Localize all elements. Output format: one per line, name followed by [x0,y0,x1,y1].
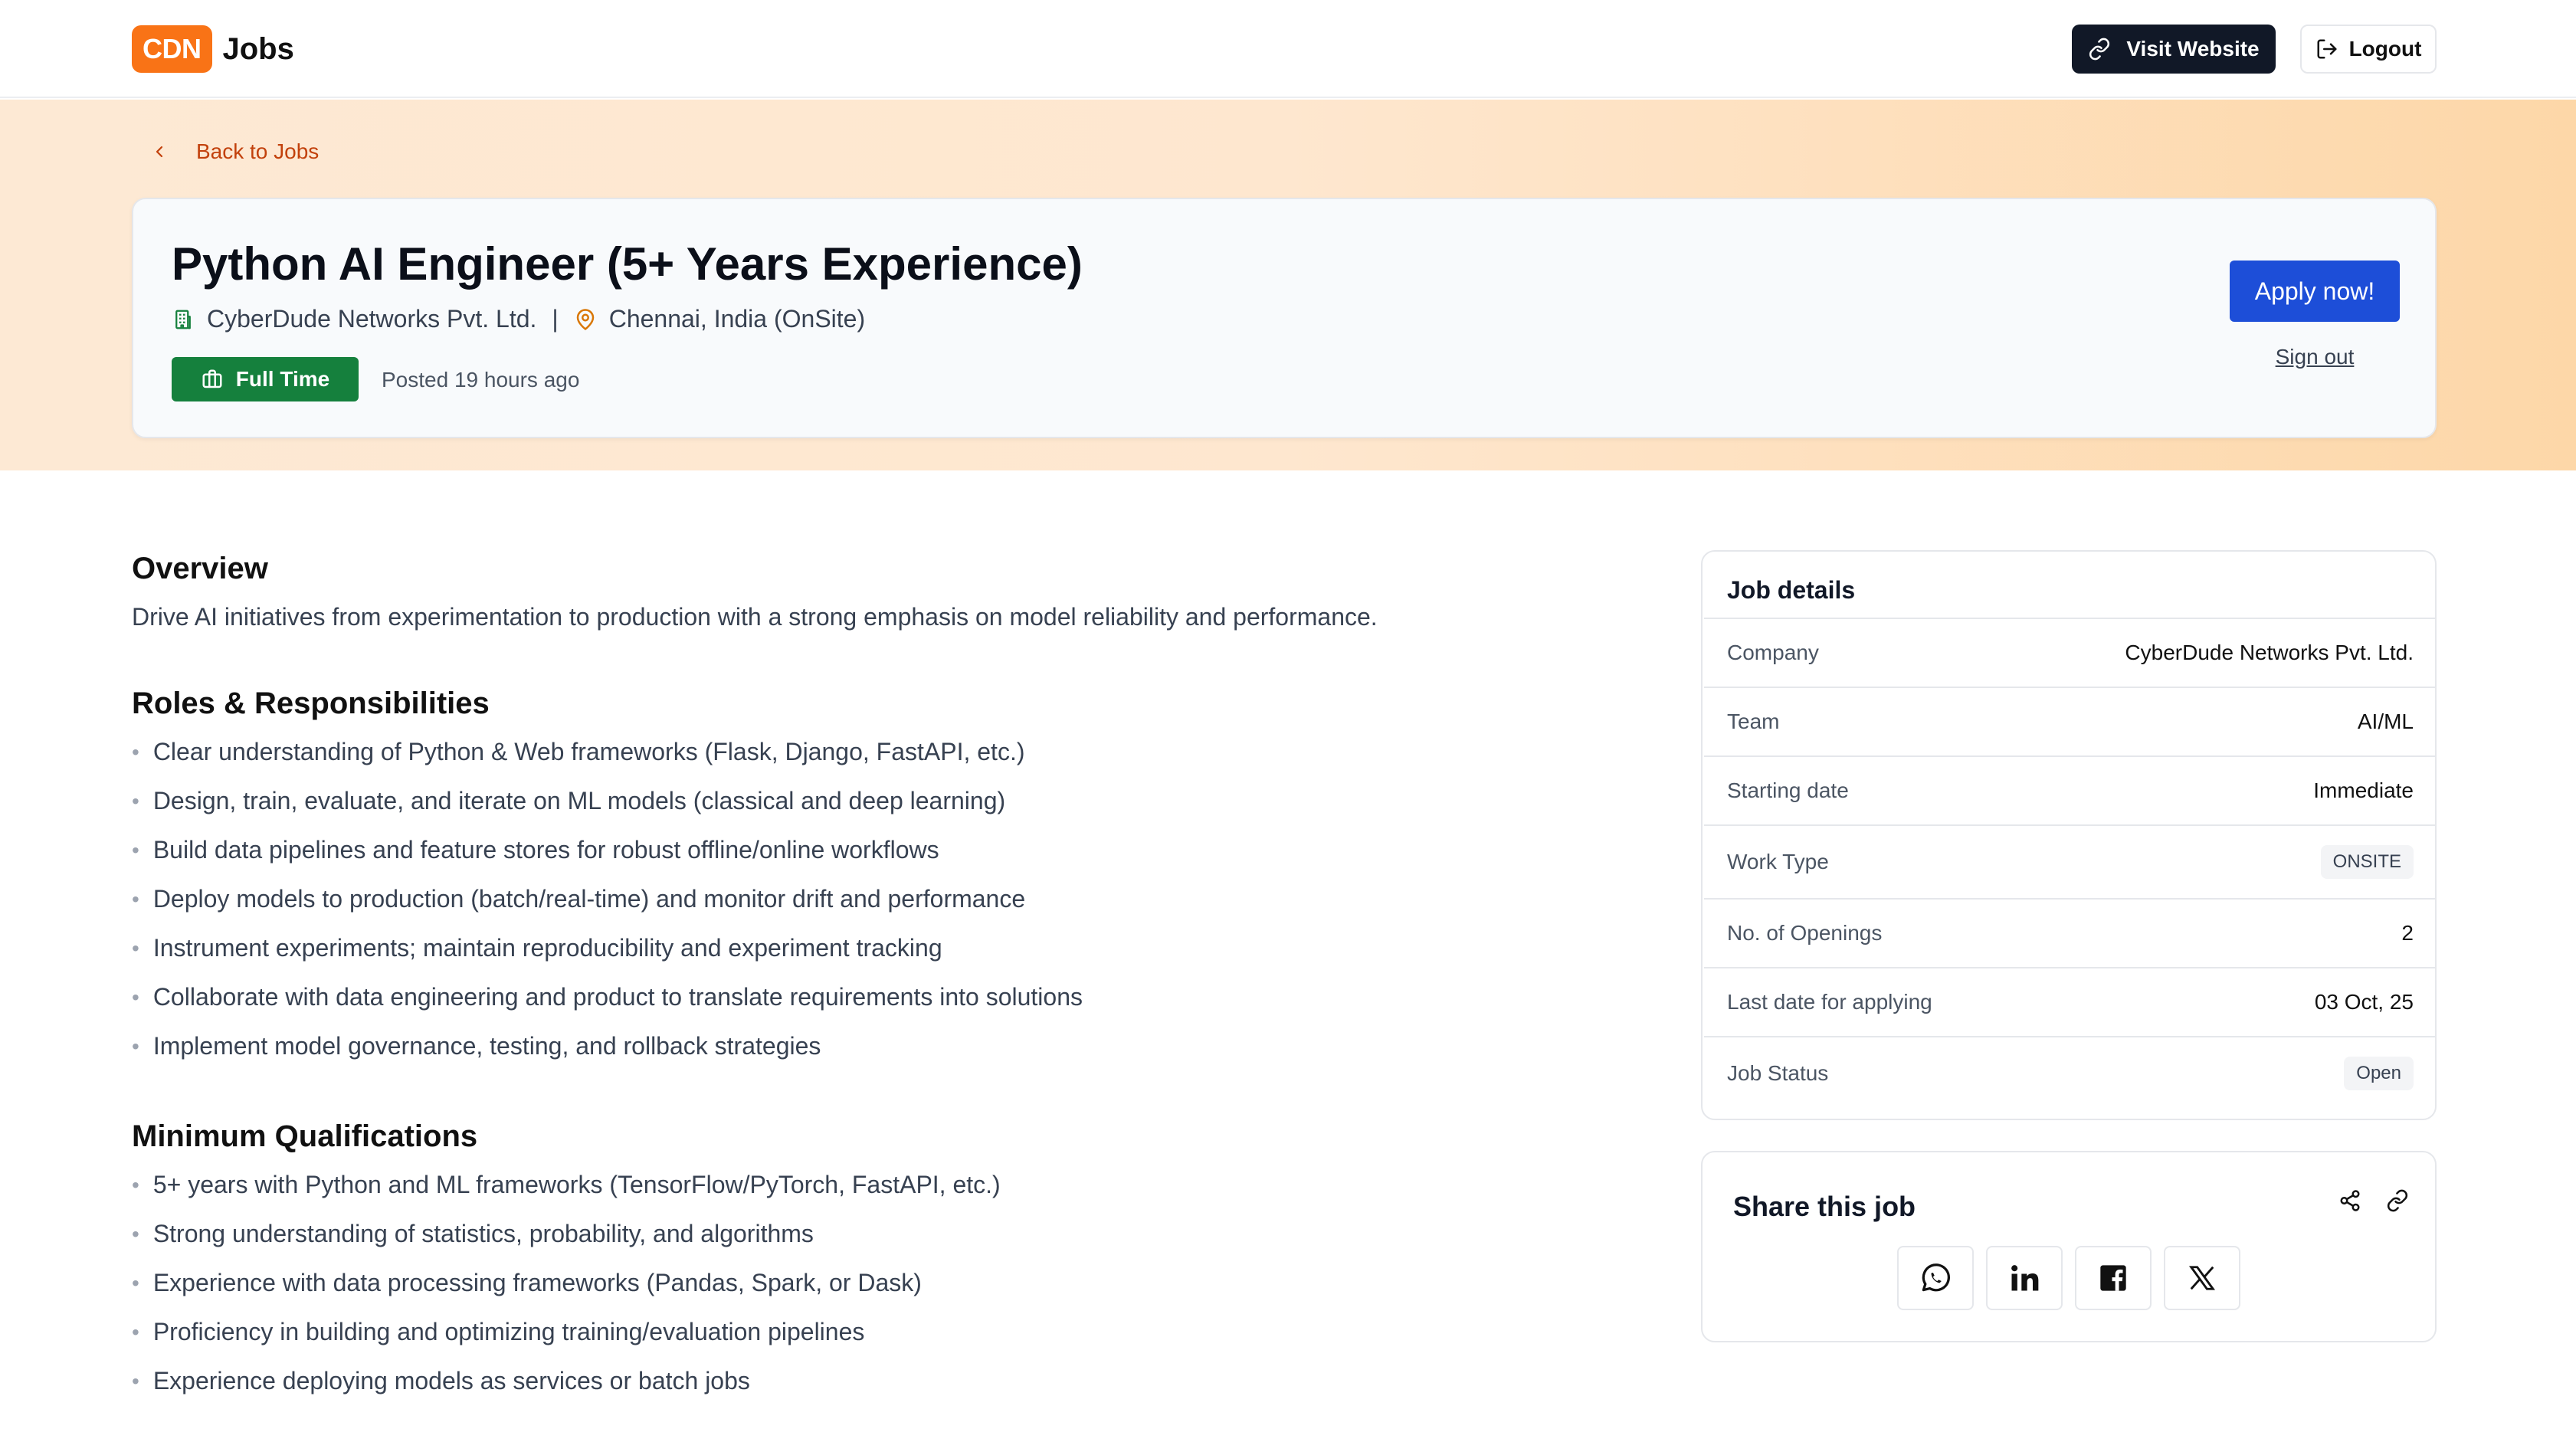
logo-text: Jobs [222,31,294,66]
back-to-jobs-link[interactable]: Back to Jobs [152,139,319,164]
back-to-jobs-label: Back to Jobs [196,139,320,163]
roles-heading: Roles & Responsibilities [132,687,490,720]
list-item: Build data pipelines and feature stores … [132,836,1588,885]
detail-label: No. of Openings [1727,921,1883,945]
roles-section: Roles & Responsibilities Clear understan… [132,687,1588,1081]
list-item: Experience with data processing framewor… [132,1269,1588,1318]
share-icon[interactable] [2338,1189,2361,1212]
detail-value: Immediate [2313,778,2414,802]
whatsapp-icon [1919,1261,1952,1295]
job-header-card: Python AI Engineer (5+ Years Experience)… [132,198,2437,438]
share-title: Share this job [1733,1191,1916,1222]
list-item: Design, train, evaluate, and iterate on … [132,787,1588,836]
list-item: Implement model governance, testing, and… [132,1032,1588,1081]
detail-row-company: Company CyberDude Networks Pvt. Ltd. [1704,618,2437,687]
detail-label: Last date for applying [1727,990,1932,1014]
building-icon [172,308,195,331]
logo-badge: CDN [132,25,212,73]
work-type-badge: ONSITE [2320,845,2414,879]
chevron-left-icon [152,143,167,161]
detail-value: 03 Oct, 25 [2314,990,2414,1014]
job-description: Overview Drive AI initiatives from exper… [132,552,1588,1416]
visit-website-label: Visit Website [2126,37,2260,61]
detail-value: 2 [2401,921,2414,945]
share-linkedin-button[interactable] [1986,1246,2063,1310]
qualifications-heading: Minimum Qualifications [132,1119,478,1153]
overview-heading: Overview [132,552,268,585]
list-item: Collaborate with data engineering and pr… [132,983,1588,1032]
detail-row-last-date: Last date for applying 03 Oct, 25 [1704,967,2437,1036]
logo[interactable]: CDN Jobs [132,25,294,73]
sign-out-link[interactable]: Sign out [2230,345,2400,369]
qualifications-list: 5+ years with Python and ML frameworks (… [132,1171,1588,1416]
job-meta: CyberDude Networks Pvt. Ltd. | Chennai, … [172,305,865,333]
list-item: Deploy models to production (batch/real-… [132,885,1588,934]
briefcase-icon [201,368,224,391]
job-hero: Back to Jobs Python AI Engineer (5+ Year… [0,100,2576,470]
detail-value: CyberDude Networks Pvt. Ltd. [2125,641,2414,664]
list-item: Strong understanding of statistics, prob… [132,1220,1588,1269]
company-name: CyberDude Networks Pvt. Ltd. [207,305,537,333]
detail-row-team: Team AI/ML [1704,687,2437,755]
overview-section: Overview Drive AI initiatives from exper… [132,552,1588,631]
detail-value: AI/ML [2357,710,2414,733]
job-type-label: Full Time [235,367,330,391]
job-details-card: Job details Company CyberDude Networks P… [1701,550,2437,1120]
list-item: Experience deploying models as services … [132,1367,1588,1416]
list-item: Proficiency in building and optimizing t… [132,1318,1588,1367]
top-navbar: CDN Jobs Visit Website Logout [0,0,2576,98]
logout-label: Logout [2348,37,2422,61]
share-card: Share this job [1701,1151,2437,1342]
qualifications-section: Minimum Qualifications 5+ years with Pyt… [132,1119,1588,1416]
detail-label: Work Type [1727,850,1829,873]
detail-row-starting-date: Starting date Immediate [1704,755,2437,824]
meta-separator: | [552,305,559,333]
detail-label: Team [1727,710,1780,733]
job-details-title: Job details [1727,576,1856,604]
linkedin-icon [2007,1261,2041,1295]
detail-label: Starting date [1727,778,1849,802]
list-item: 5+ years with Python and ML frameworks (… [132,1171,1588,1220]
job-status-badge: Open [2344,1057,2414,1090]
apply-now-button[interactable]: Apply now! [2230,261,2400,322]
overview-text: Drive AI initiatives from experimentatio… [132,603,1378,631]
detail-row-job-status: Job Status Open [1704,1036,2437,1109]
share-facebook-button[interactable] [2075,1246,2152,1310]
link-icon [2088,38,2111,61]
roles-list: Clear understanding of Python & Web fram… [132,738,1588,1081]
share-actions [2338,1189,2409,1212]
detail-label: Job Status [1727,1061,1829,1085]
logout-icon [2315,38,2338,61]
share-x-button[interactable] [2164,1246,2240,1310]
share-whatsapp-button[interactable] [1897,1246,1974,1310]
job-title: Python AI Engineer (5+ Years Experience) [172,238,1083,290]
job-location: Chennai, India (OnSite) [608,305,866,333]
list-item: Clear understanding of Python & Web fram… [132,738,1588,787]
copy-link-icon[interactable] [2386,1189,2409,1212]
detail-label: Company [1727,641,1819,664]
facebook-icon [2098,1263,2129,1293]
job-type-badge: Full Time [172,357,359,401]
visit-website-button[interactable]: Visit Website [2072,25,2276,74]
list-item: Instrument experiments; maintain reprodu… [132,934,1588,983]
detail-row-work-type: Work Type ONSITE [1704,824,2437,898]
x-icon [2188,1263,2217,1293]
posted-time: Posted 19 hours ago [382,368,580,392]
detail-row-openings: No. of Openings 2 [1704,898,2437,967]
map-pin-icon [574,308,597,331]
logout-button[interactable]: Logout [2300,25,2437,74]
